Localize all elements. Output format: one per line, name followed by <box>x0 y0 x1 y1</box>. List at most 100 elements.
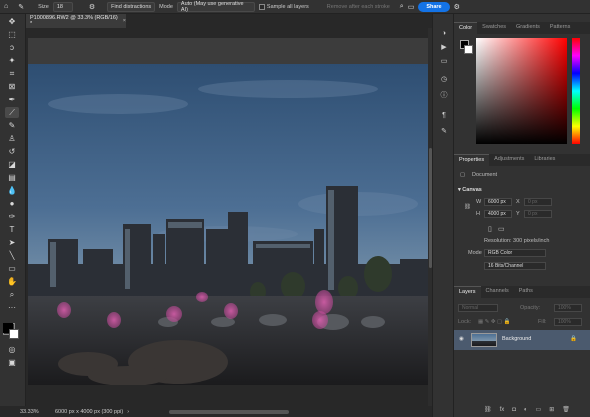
zoom-level[interactable]: 33.33% <box>20 409 55 415</box>
blend-mode-dropdown[interactable]: Normal <box>458 304 498 312</box>
portrait-orientation-icon[interactable]: ▯ <box>488 225 492 233</box>
tab-paths[interactable]: Paths <box>514 286 538 298</box>
document-tab[interactable]: P1000896.RW2 @ 33.3% (RGB/16) * × <box>26 14 126 28</box>
fill-field[interactable]: 100% <box>554 318 582 326</box>
path-selection-tool-icon[interactable]: ➤ <box>5 237 19 248</box>
tab-channels[interactable]: Channels <box>481 286 514 298</box>
size-field[interactable]: 18 <box>52 1 73 12</box>
adjustment-layer-icon[interactable]: ◐ <box>524 407 528 413</box>
tab-gradients[interactable]: Gradients <box>511 22 545 34</box>
link-layers-icon[interactable]: ⛓ <box>484 406 492 413</box>
pen-tool-icon[interactable]: ✑ <box>5 211 19 222</box>
delete-layer-icon[interactable]: 🗑 <box>562 406 570 413</box>
quick-selection-tool-icon[interactable]: ✦ <box>5 55 19 66</box>
background-color-swatch[interactable] <box>9 329 19 339</box>
layer-name[interactable]: Background <box>502 336 531 342</box>
layers-panel-tabs: Layers Channels Paths <box>454 286 590 298</box>
document-title: P1000896.RW2 @ 33.3% (RGB/16) * <box>30 15 118 27</box>
horizontal-scrollbar-thumb[interactable] <box>169 409 290 414</box>
tool-preset-icon[interactable]: ✎ <box>18 3 24 11</box>
move-tool-icon[interactable]: ✥ <box>5 16 19 27</box>
opacity-label: Opacity: <box>520 305 541 311</box>
eyedropper-tool-icon[interactable]: ✒ <box>5 94 19 105</box>
tab-adjustments[interactable]: Adjustments <box>489 154 529 166</box>
mode-label: Mode <box>159 3 173 10</box>
zoom-tool-icon[interactable]: ⌕ <box>5 289 19 300</box>
sample-all-layers-label: Sample all layers <box>266 3 309 10</box>
brush-settings-panel-icon[interactable]: ✎ <box>438 126 450 136</box>
dodge-tool-icon[interactable]: ● <box>5 198 19 209</box>
checkbox-icon <box>258 3 265 10</box>
home-icon[interactable]: ⌂ <box>4 3 8 10</box>
history-brush-tool-icon[interactable]: ↺ <box>5 146 19 157</box>
gradient-tool-icon[interactable]: ▤ <box>5 172 19 183</box>
panel-background-swatch[interactable] <box>464 45 473 54</box>
link-dimensions-icon[interactable]: ⛓ <box>464 204 471 210</box>
tab-swatches[interactable]: Swatches <box>477 22 511 34</box>
layer-style-icon[interactable]: fx <box>500 407 505 413</box>
add-mask-icon[interactable]: ◘ <box>512 407 516 413</box>
play-actions-icon[interactable]: ▶ <box>438 42 450 52</box>
clone-stamp-tool-icon[interactable]: ♙ <box>5 133 19 144</box>
tab-layers[interactable]: Layers <box>454 286 481 298</box>
tab-properties[interactable]: Properties <box>454 154 490 166</box>
y-field[interactable]: 0 px <box>524 210 552 218</box>
brush-settings-icon[interactable]: ⚙ <box>89 3 95 11</box>
tab-patterns[interactable]: Patterns <box>545 22 575 34</box>
sample-all-layers-checkbox[interactable]: Sample all layers <box>258 3 309 10</box>
height-field[interactable]: 4000 px <box>484 210 512 218</box>
history-icon[interactable]: ◷ <box>438 74 450 84</box>
hand-tool-icon[interactable]: ✋ <box>5 276 19 287</box>
tab-libraries[interactable]: Libraries <box>529 154 560 166</box>
document-label: Document <box>472 172 498 178</box>
crop-tool-icon[interactable]: ⌗ <box>5 68 19 79</box>
lasso-tool-icon[interactable]: ↄ <box>5 42 19 53</box>
x-field[interactable]: 0 px <box>524 198 552 206</box>
status-arrow-icon[interactable]: › <box>127 409 129 415</box>
layers-footer: ⛓ fx ◘ ◐ ▭ ⊞ 🗑 <box>454 402 590 417</box>
rectangle-tool-icon[interactable]: ▭ <box>5 263 19 274</box>
photo-render <box>28 64 428 385</box>
more-tools-icon[interactable]: ··· <box>5 302 19 313</box>
libraries-icon[interactable]: ▭ <box>438 56 450 66</box>
landscape-orientation-icon[interactable]: ▭ <box>498 225 505 233</box>
line-tool-icon[interactable]: ╲ <box>5 250 19 261</box>
tab-color[interactable]: Color <box>454 22 478 34</box>
frame-tool-icon[interactable]: ⊠ <box>5 81 19 92</box>
blur-tool-icon[interactable]: 💧 <box>5 185 19 196</box>
remove-after-stroke-option[interactable]: Remove after each stroke <box>327 4 390 10</box>
canvas-heading[interactable]: ▾ Canvas <box>458 187 482 193</box>
quick-mask-icon[interactable]: ◎ <box>5 344 19 355</box>
visibility-eye-icon[interactable]: ◉ <box>459 336 464 342</box>
settings-gear-icon[interactable]: ⚙ <box>454 3 460 11</box>
marquee-tool-icon[interactable]: ⬚ <box>5 29 19 40</box>
color-mode-dropdown[interactable]: RGB Color <box>484 249 546 257</box>
color-picker-field[interactable] <box>476 38 567 144</box>
screen-mode-icon[interactable]: ▣ <box>5 357 19 368</box>
brush-tool-icon[interactable]: ✎ <box>5 120 19 131</box>
workspace-icon[interactable]: ▭ <box>408 3 415 11</box>
canvas-heading-text: Canvas <box>462 187 482 193</box>
lock-icons[interactable]: ▦ ✎ ✥ ▢ 🔒 <box>478 319 511 325</box>
new-layer-icon[interactable]: ⊞ <box>549 406 554 413</box>
layer-row-background[interactable]: ◉ Background 🔒 <box>454 330 590 350</box>
eraser-tool-icon[interactable]: ◪ <box>5 159 19 170</box>
hue-slider[interactable] <box>572 38 580 144</box>
new-group-icon[interactable]: ▭ <box>536 406 542 413</box>
info-icon[interactable]: ⓘ <box>438 90 450 100</box>
bit-depth-dropdown[interactable]: 16 Bits/Channel <box>484 262 546 270</box>
paragraph-icon[interactable]: ¶ <box>438 110 450 120</box>
status-bar: 33.33% 6000 px x 4000 px (300 ppi) › <box>0 406 432 417</box>
document-image[interactable] <box>28 64 428 385</box>
mode-dropdown[interactable]: Auto (May use generative AI) <box>176 1 255 13</box>
share-button[interactable]: Share <box>418 1 450 12</box>
learn-icon[interactable]: ◑ <box>438 28 450 38</box>
width-field[interactable]: 6000 px <box>484 198 512 206</box>
close-tab-icon[interactable]: × <box>123 18 126 24</box>
search-icon[interactable]: ⌕ <box>400 3 404 11</box>
remove-tool-icon[interactable]: ⟋ <box>5 107 19 118</box>
find-distractions-button[interactable]: Find distractions <box>107 1 156 12</box>
type-tool-icon[interactable]: T <box>5 224 19 235</box>
right-panels: Color Swatches Gradients Patterns Proper… <box>454 14 590 417</box>
opacity-field[interactable]: 100% <box>554 304 582 312</box>
